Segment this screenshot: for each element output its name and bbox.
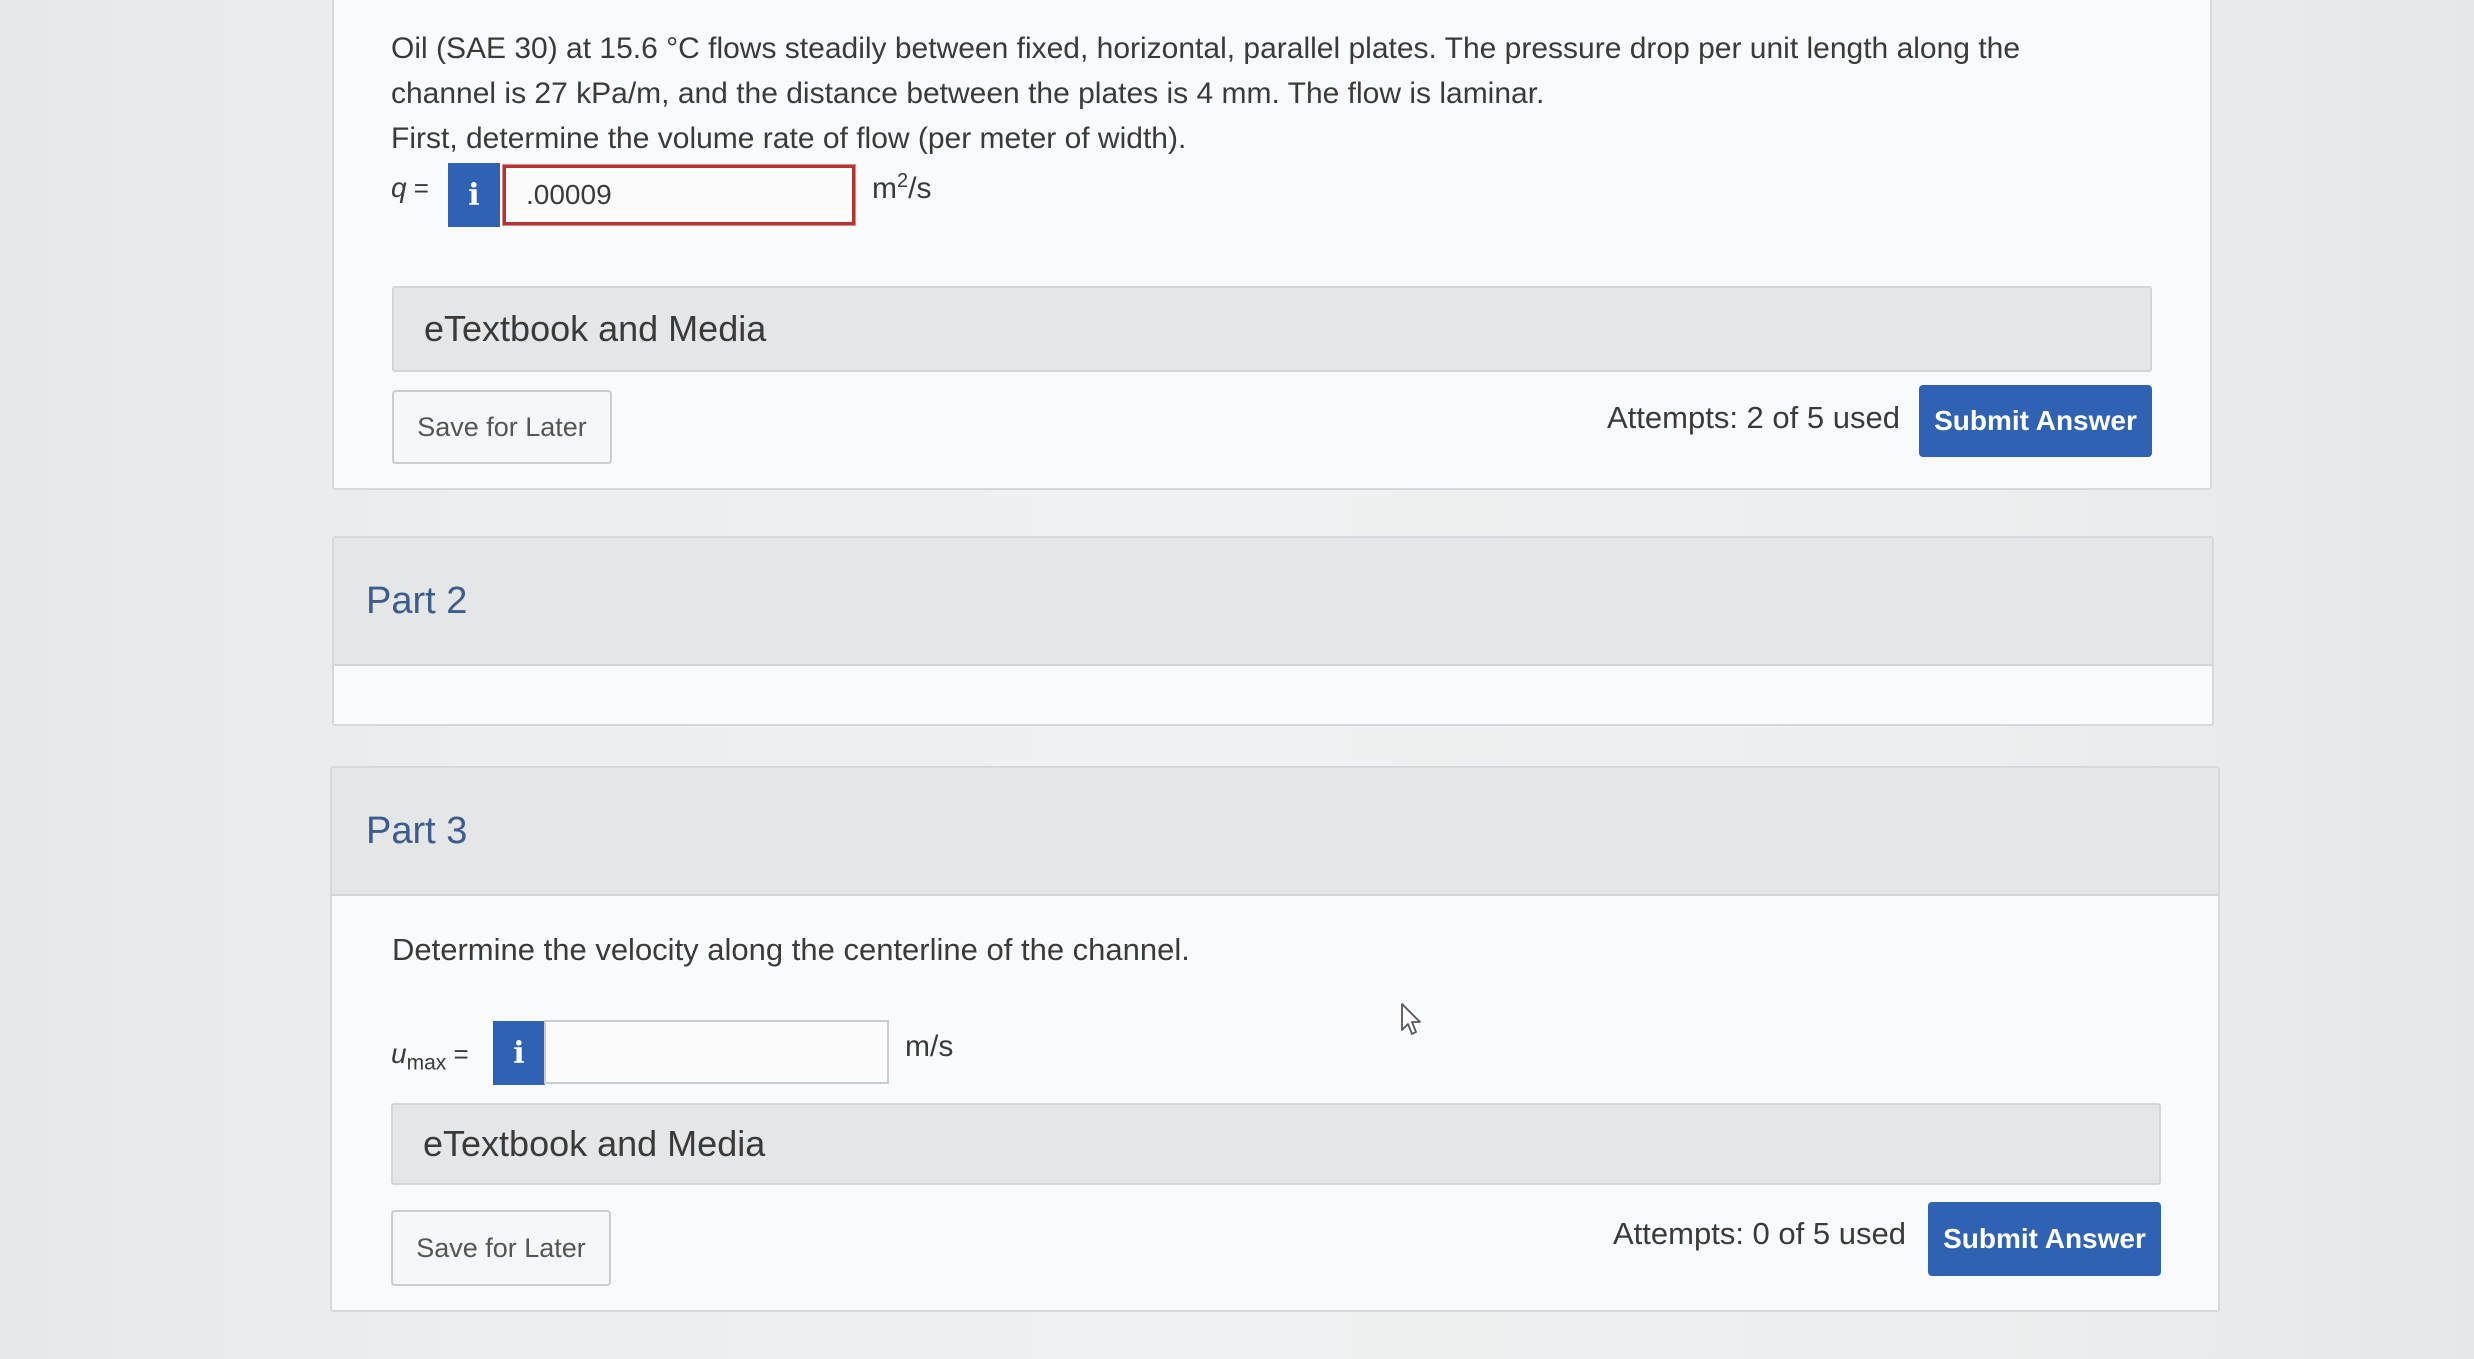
umax-label-sub: max — [406, 1051, 447, 1075]
q-answer-input[interactable] — [503, 165, 855, 225]
part1-problem-text: Oil (SAE 30) at 15.6 °C flows steadily b… — [391, 26, 2111, 161]
mouse-pointer-icon — [1401, 1003, 1421, 1035]
info-icon-glyph: i — [513, 1035, 525, 1071]
part3-etextbook-media-bar[interactable]: eTextbook and Media — [391, 1103, 2161, 1185]
part1-save-for-later-button[interactable]: Save for Later — [392, 390, 612, 464]
part3-header[interactable]: Part 3 — [332, 768, 2218, 896]
part1-question: First, determine the volume rate of flow… — [391, 122, 1187, 155]
umax-label: umax = — [391, 1038, 469, 1075]
umax-label-symbol: u — [391, 1038, 407, 1069]
part3-submit-answer-button[interactable]: Submit Answer — [1928, 1202, 2161, 1276]
part3-media-label: eTextbook and Media — [423, 1123, 766, 1164]
problem-text-line2: channel is 27 kPa/m, and the distance be… — [391, 77, 1545, 110]
part3-title: Part 3 — [366, 810, 468, 852]
info-icon[interactable]: i — [448, 163, 500, 227]
part3-attempts-text: Attempts: 0 of 5 used — [1613, 1216, 1906, 1251]
part3-save-for-later-button[interactable]: Save for Later — [391, 1210, 611, 1286]
part1-etextbook-media-bar[interactable]: eTextbook and Media — [392, 286, 2152, 372]
umax-answer-input[interactable] — [544, 1020, 889, 1084]
part2-card: Part 2 — [332, 536, 2214, 726]
q-label-symbol: q — [391, 172, 407, 203]
part2-title: Part 2 — [366, 580, 468, 622]
part3-question: Determine the velocity along the centerl… — [392, 932, 1190, 967]
info-icon[interactable]: i — [493, 1021, 545, 1085]
q-label: q = — [391, 172, 429, 203]
q-unit: m2/s — [872, 170, 932, 205]
part1-submit-answer-button[interactable]: Submit Answer — [1919, 385, 2152, 457]
part1-media-label: eTextbook and Media — [424, 308, 767, 349]
part1-attempts-text: Attempts: 2 of 5 used — [1607, 400, 1900, 435]
part2-header[interactable]: Part 2 — [334, 538, 2212, 666]
umax-unit: m/s — [905, 1030, 954, 1063]
info-icon-glyph: i — [468, 177, 480, 213]
problem-text-line1: Oil (SAE 30) at 15.6 °C flows steadily b… — [391, 32, 2021, 65]
